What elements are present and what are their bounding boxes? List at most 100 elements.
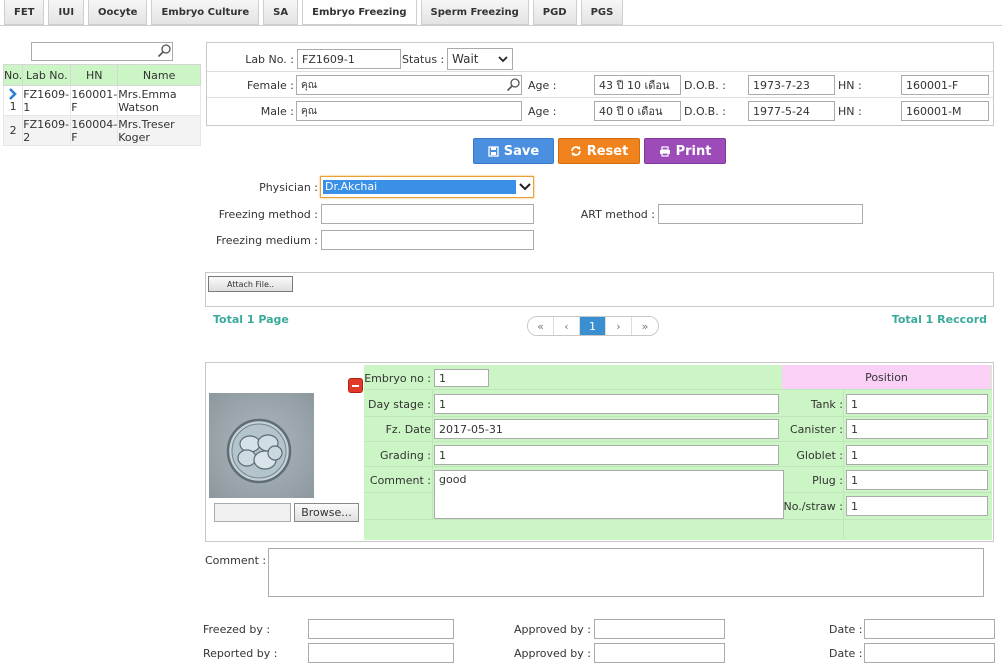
general-comment-label: Comment :: [205, 554, 267, 567]
tab-oocyte[interactable]: Oocyte: [88, 0, 148, 25]
print-button[interactable]: Print: [644, 138, 726, 164]
tab-sa[interactable]: SA: [263, 0, 299, 25]
date-field[interactable]: [864, 619, 995, 639]
browse-button[interactable]: Browse...: [294, 503, 359, 522]
freezing-method-label: Freezing method :: [218, 208, 318, 221]
row-name: Mrs.Treser Koger: [117, 115, 201, 146]
floppy-disk-icon: [488, 145, 499, 157]
date-field[interactable]: [864, 643, 995, 663]
grading-field[interactable]: 1: [434, 445, 779, 465]
freezing-medium-input[interactable]: [321, 230, 534, 250]
male-age-field[interactable]: 40 ปี 0 เดือน: [594, 101, 681, 121]
tab-iui[interactable]: IUI: [48, 0, 85, 25]
freezed-by-field[interactable]: [308, 619, 454, 639]
general-comment-field[interactable]: [268, 548, 984, 597]
refresh-icon: [570, 146, 581, 156]
female-field[interactable]: คุณ: [296, 75, 522, 95]
reset-label: Reset: [586, 143, 629, 159]
canister-label: Canister :: [790, 423, 843, 436]
female-hn-field[interactable]: 160001-F: [901, 75, 989, 95]
divider: [207, 71, 993, 72]
day-stage-label: Day stage :: [368, 398, 431, 411]
tab-pgs[interactable]: PGS: [580, 0, 624, 25]
col-hn: HN: [70, 64, 119, 86]
lab-no-field[interactable]: FZ1609-1: [297, 49, 401, 69]
hn-label: HN :: [838, 79, 862, 92]
goblet-field[interactable]: 1: [846, 445, 988, 465]
attach-file-button[interactable]: Attach File..: [208, 276, 293, 292]
image-file-path[interactable]: [214, 503, 291, 522]
day-stage-field[interactable]: 1: [434, 394, 779, 414]
male-dob-field[interactable]: 1977-5-24: [748, 101, 835, 121]
tab-embryo-freezing[interactable]: Embryo Freezing: [302, 0, 417, 25]
status-label: Status :: [402, 53, 445, 66]
male-hn-field[interactable]: 160001-M: [901, 101, 989, 121]
art-method-input[interactable]: [658, 204, 863, 224]
col-lab-no: Lab No.: [22, 64, 72, 86]
first-page-button[interactable]: «: [528, 317, 554, 335]
divider: [207, 97, 993, 98]
grading-label: Grading :: [380, 449, 431, 462]
search-icon[interactable]: [157, 43, 172, 58]
tank-field[interactable]: 1: [846, 394, 988, 414]
tab-embryo-culture[interactable]: Embryo Culture: [151, 0, 260, 25]
age-label: Age :: [528, 79, 557, 92]
row-hn: 160001-F: [70, 85, 119, 116]
divider: [364, 519, 992, 520]
embryo-no-field[interactable]: 1: [434, 369, 489, 387]
lab-no-label: Lab No. :: [245, 53, 294, 66]
date-label: Date :: [829, 647, 863, 660]
dob-label: D.O.B. :: [684, 105, 726, 118]
reported-by-field[interactable]: [308, 643, 454, 663]
tank-label: Tank :: [810, 398, 843, 411]
female-label: Female :: [247, 79, 294, 92]
next-page-button[interactable]: ›: [606, 317, 632, 335]
embryo-image: [209, 393, 314, 498]
chevron-down-icon: [498, 56, 508, 63]
col-no: No.: [2, 64, 24, 86]
patient-list: No. Lab No. HN Name 1 FZ1609-1 160001-F …: [2, 64, 201, 146]
approved-by-field[interactable]: [594, 619, 725, 639]
male-label: Male :: [260, 105, 294, 118]
tab-fet[interactable]: FET: [4, 0, 45, 25]
canister-field[interactable]: 1: [846, 419, 988, 439]
embryo-comment-field[interactable]: good: [434, 470, 784, 519]
chevron-down-icon: [519, 183, 531, 191]
table-row[interactable]: 1 FZ1609-1 160001-F Mrs.Emma Watson: [2, 85, 201, 116]
row-lab-no: FZ1609-2: [22, 115, 72, 146]
female-dob-field[interactable]: 1973-7-23: [748, 75, 835, 95]
divider: [843, 389, 844, 539]
no-straw-field[interactable]: 1: [846, 496, 988, 516]
physician-select[interactable]: Dr.Akchai: [320, 176, 534, 198]
hn-label: HN :: [838, 105, 862, 118]
prev-page-button[interactable]: ‹: [554, 317, 580, 335]
table-row[interactable]: 2 FZ1609-2 160004-F Mrs.Treser Koger: [2, 115, 201, 146]
reported-by-label: Reported by :: [203, 647, 278, 660]
female-age-field[interactable]: 43 ปี 10 เดือน: [594, 75, 681, 95]
tab-pgd[interactable]: PGD: [532, 0, 577, 25]
freezed-by-label: Freezed by :: [203, 623, 271, 636]
reset-button[interactable]: Reset: [558, 138, 640, 164]
physician-value: Dr.Akchai: [323, 180, 516, 194]
remove-image-icon[interactable]: [348, 378, 363, 393]
approved-by-field[interactable]: [594, 643, 725, 663]
fz-date-field[interactable]: 2017-05-31: [434, 419, 779, 439]
male-field[interactable]: คุณ: [296, 101, 522, 121]
embryo-no-label: Embryo no :: [364, 372, 431, 385]
search-icon[interactable]: [506, 77, 521, 92]
row-no: 1: [9, 100, 17, 113]
module-tabs: FET IUI Oocyte Embryo Culture SA Embryo …: [4, 0, 627, 26]
freezing-method-input[interactable]: [321, 204, 534, 224]
page-1-button[interactable]: 1: [580, 317, 606, 335]
status-select[interactable]: Wait: [447, 48, 513, 70]
tab-sperm-freezing[interactable]: Sperm Freezing: [420, 0, 529, 25]
approved-by-label: Approved by :: [514, 647, 591, 660]
last-page-button[interactable]: »: [632, 317, 658, 335]
total-page-text: Total 1 Page: [213, 313, 289, 326]
plug-label: Plug :: [812, 474, 843, 487]
save-button[interactable]: Save: [473, 138, 554, 164]
total-record-text: Total 1 Reccord: [891, 313, 987, 326]
list-search-input[interactable]: [31, 42, 173, 61]
pagination: « ‹ 1 › »: [527, 316, 659, 336]
plug-field[interactable]: 1: [846, 470, 988, 490]
